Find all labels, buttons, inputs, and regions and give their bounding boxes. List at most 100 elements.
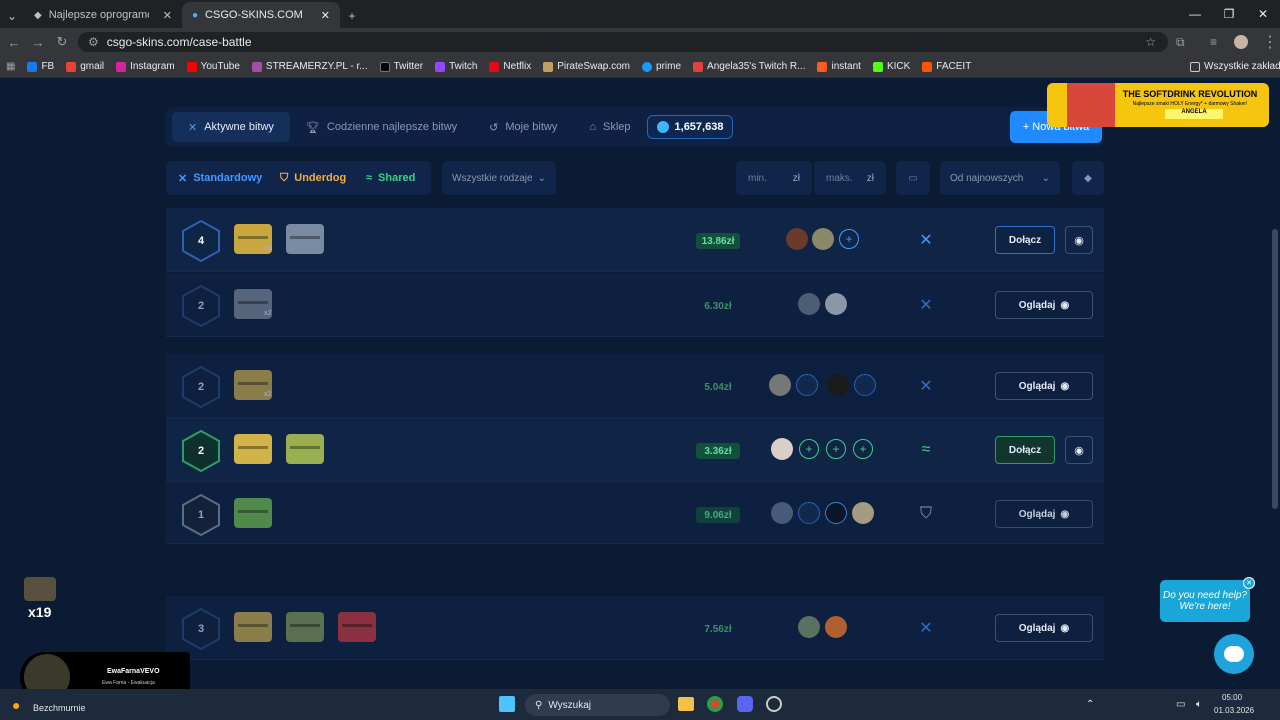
all-bookmarks[interactable]: Wszystkie zakładki: [1190, 61, 1280, 72]
menu-icon[interactable]: ⋮: [1262, 32, 1278, 52]
avatar[interactable]: [771, 438, 793, 460]
browser-tab-active[interactable]: ● CSGO-SKINS.COM - Najlepsze ✕: [182, 2, 340, 28]
avatar[interactable]: [825, 616, 847, 638]
join-button[interactable]: Dołącz: [995, 436, 1055, 464]
battle-row[interactable]: 2 3.36zł + + + ≈ Dołącz ◉: [166, 418, 1104, 482]
avatar[interactable]: [798, 616, 820, 638]
tab-my-battles[interactable]: ↺ Moje bitwy: [473, 112, 573, 142]
join-slot-plus-icon[interactable]: +: [826, 439, 846, 459]
extensions-icon[interactable]: ⧉: [1176, 35, 1185, 50]
watch-button[interactable]: Oglądaj ◉: [995, 372, 1093, 400]
network-icon[interactable]: ▭: [1176, 699, 1185, 710]
price-value: 9.06zł: [704, 509, 732, 521]
forward-icon[interactable]: →: [26, 35, 50, 50]
scrollbar[interactable]: [1272, 229, 1278, 509]
app-icon[interactable]: [766, 696, 782, 712]
avatar[interactable]: [798, 502, 820, 524]
eye-icon: ◉: [1060, 622, 1070, 634]
reload-icon[interactable]: ↻: [50, 34, 74, 50]
bookmark-twitter[interactable]: Twitter: [379, 61, 423, 72]
eye-icon[interactable]: ◉: [1065, 226, 1093, 254]
avatar[interactable]: [769, 374, 791, 396]
tray-chevron-icon[interactable]: ⌃: [1086, 699, 1094, 710]
bookmark-instant[interactable]: instant: [817, 61, 861, 72]
close-window-icon[interactable]: ✕: [1246, 0, 1280, 28]
bookmark-twitch[interactable]: Twitch: [435, 61, 477, 72]
tab-search-icon[interactable]: ⌄: [0, 4, 24, 28]
join-slot-plus-icon[interactable]: +: [839, 229, 859, 249]
avatar[interactable]: [786, 228, 808, 250]
calendar-button[interactable]: ▭: [896, 161, 930, 195]
avatar[interactable]: [771, 502, 793, 524]
battle-row[interactable]: 1 9.06zł ⛉ Oglądaj ◉: [166, 482, 1104, 544]
min-price-input[interactable]: min. zł: [736, 161, 812, 195]
bookmark-pirateswap[interactable]: PirateSwap.com: [543, 61, 630, 72]
filter-underdog[interactable]: ⛉ Underdog: [280, 161, 346, 195]
bookmark-angela[interactable]: Angela35's Twitch R...: [693, 61, 805, 72]
avatar[interactable]: [852, 502, 874, 524]
close-tab-icon[interactable]: ✕: [321, 9, 330, 22]
clear-filters-button[interactable]: ◆: [1072, 161, 1104, 195]
watch-button[interactable]: Oglądaj ◉: [995, 291, 1093, 319]
max-price-input[interactable]: maks. zł: [814, 161, 886, 195]
back-icon[interactable]: ←: [2, 35, 26, 50]
bookmark-gmail[interactable]: gmail: [66, 61, 104, 72]
discord-icon[interactable]: [737, 696, 753, 712]
close-help-icon[interactable]: ✕: [1243, 577, 1255, 589]
tab-shop[interactable]: ⌂ Sklep: [573, 112, 646, 142]
tab-active-battles[interactable]: ✕ Aktywne bitwy: [172, 112, 290, 142]
avatar[interactable]: [796, 374, 818, 396]
sort-select[interactable]: Od najnowszych ⌄: [940, 161, 1060, 195]
media-icon[interactable]: ≡: [1210, 35, 1217, 49]
type-select[interactable]: Wszystkie rodzaje ⌄: [442, 161, 556, 195]
chat-button[interactable]: [1214, 634, 1254, 674]
avatar[interactable]: [825, 293, 847, 315]
bookmark-fb[interactable]: FB: [27, 61, 54, 72]
battle-row[interactable]: 2 x2 5.04zł ✕ Oglądaj ◉: [166, 354, 1104, 418]
apps-icon[interactable]: ▦: [6, 61, 15, 72]
filter-shared[interactable]: ≈ Shared: [366, 161, 415, 195]
avatar[interactable]: [812, 228, 834, 250]
browser-tab[interactable]: ◆ Najlepsze oprogramowanie do ✕: [24, 2, 182, 28]
avatar[interactable]: [825, 502, 847, 524]
bookmark-youtube[interactable]: YouTube: [186, 61, 240, 72]
battle-row[interactable]: 2 x2 6.30zł ✕ Oglądaj ◉: [166, 273, 1104, 337]
avatar[interactable]: [798, 293, 820, 315]
volume-icon[interactable]: 🔈︎: [1196, 699, 1202, 710]
battle-row[interactable]: 3 7.56zł ✕ Oglądaj ◉: [166, 596, 1104, 660]
file-explorer-icon[interactable]: [678, 697, 694, 711]
bookmark-prime[interactable]: prime: [642, 61, 681, 72]
avatar[interactable]: [827, 374, 849, 396]
battle-price: 13.86zł: [696, 233, 740, 249]
site-info-icon[interactable]: ⚙: [88, 35, 99, 49]
watch-button[interactable]: Oglądaj ◉: [995, 500, 1093, 528]
help-bubble[interactable]: Do you need help? We're here!: [1160, 580, 1250, 622]
bookmark-netflix[interactable]: Netflix: [489, 61, 531, 72]
battle-row[interactable]: 4 x3 13.86zł + ✕ Dołącz ◉: [166, 208, 1104, 272]
new-tab-icon[interactable]: +: [340, 4, 364, 28]
bookmark-streamerzy[interactable]: STREAMERZY.PL - r...: [251, 61, 368, 72]
watch-button[interactable]: Oglądaj ◉: [995, 614, 1093, 642]
weather-icon[interactable]: ●: [12, 697, 20, 713]
join-button[interactable]: Dołącz: [995, 226, 1055, 254]
join-slot-plus-icon[interactable]: +: [799, 439, 819, 459]
profile-avatar[interactable]: [1234, 35, 1248, 49]
handshake-icon: ≈: [366, 172, 373, 184]
chrome-icon[interactable]: [707, 696, 723, 712]
bookmark-star-icon[interactable]: ☆: [1145, 35, 1156, 49]
url-field[interactable]: ⚙ csgo-skins.com/case-battle ☆: [78, 32, 1168, 52]
filter-standard[interactable]: ✕ Standardowy: [178, 161, 262, 195]
taskbar-search[interactable]: ⚲ Wyszukaj: [525, 694, 670, 716]
join-slot-plus-icon[interactable]: +: [853, 439, 873, 459]
bookmark-label: Instagram: [130, 61, 175, 72]
minimize-icon[interactable]: —: [1178, 0, 1212, 28]
bookmark-kick[interactable]: KICK: [872, 61, 910, 72]
maximize-icon[interactable]: ❐: [1212, 0, 1246, 28]
eye-icon[interactable]: ◉: [1065, 436, 1093, 464]
windows-start-icon[interactable]: [499, 696, 515, 712]
bookmark-instagram[interactable]: Instagram: [116, 61, 175, 72]
avatar[interactable]: [854, 374, 876, 396]
close-tab-icon[interactable]: ✕: [163, 9, 172, 22]
bookmark-faceit[interactable]: FACEIT: [922, 61, 971, 72]
tab-daily-best[interactable]: 🏆︎ Codzienne najlepsze bitwy: [290, 112, 473, 142]
